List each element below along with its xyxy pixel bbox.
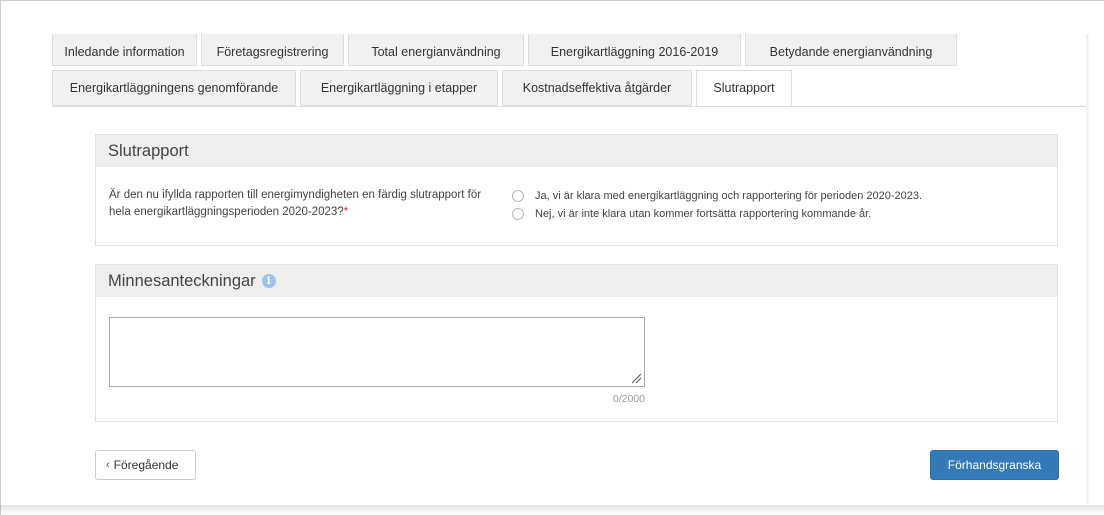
radio-nej[interactable] bbox=[512, 208, 524, 220]
info-icon[interactable]: i bbox=[261, 274, 276, 288]
tab-foretagsregistrering[interactable]: Företagsregistrering bbox=[201, 34, 344, 66]
tab-label: Slutrapport bbox=[713, 81, 775, 95]
tab-kostnadseffektiva-atgarder[interactable]: Kostnadseffektiva åtgärder bbox=[502, 70, 692, 106]
option-nej[interactable]: Nej, vi är inte klara utan kommer fortsä… bbox=[512, 205, 922, 223]
chevron-left-icon: ‹ bbox=[106, 459, 110, 471]
option-ja-label: Ja, vi är klara med energikartläggning o… bbox=[535, 190, 923, 202]
tab-betydande-energianvandning[interactable]: Betydande energianvändning bbox=[745, 34, 957, 66]
form-area: Inledande information Företagsregistreri… bbox=[52, 34, 1086, 504]
tab-energikartlaggning-i-etapper[interactable]: Energikartläggning i etapper bbox=[300, 70, 498, 106]
tab-total-energianvandning[interactable]: Total energianvändning bbox=[348, 34, 524, 66]
tab-label: Energikartläggning 2016-2019 bbox=[550, 45, 719, 59]
option-nej-label: Nej, vi är inte klara utan kommer fortsä… bbox=[535, 208, 872, 220]
resize-grip-icon[interactable] bbox=[630, 372, 642, 384]
panel-title: Minnesanteckningar bbox=[108, 271, 256, 290]
tab-label: Energikartläggningens genomförande bbox=[69, 81, 279, 95]
tab-energikartlaggning-2016-2019[interactable]: Energikartläggning 2016-2019 bbox=[528, 34, 741, 66]
notes-textarea[interactable] bbox=[109, 317, 645, 387]
tabs-divider bbox=[52, 106, 1086, 107]
option-ja[interactable]: Ja, vi är klara med energikartläggning o… bbox=[512, 187, 922, 205]
tab-label: Energikartläggning i etapper bbox=[320, 81, 478, 95]
tab-label: Total energianvändning bbox=[371, 45, 501, 59]
required-mark: * bbox=[343, 206, 349, 218]
tab-energikartlaggningens-genomforande[interactable]: Energikartläggningens genomförande bbox=[52, 70, 296, 106]
minnesanteckningar-panel: Minnesanteckningar i 0/2000 bbox=[95, 264, 1058, 422]
question-text: Är den nu ifyllda rapporten till energim… bbox=[109, 189, 482, 218]
tab-label: Företagsregistrering bbox=[216, 45, 329, 59]
slutrapport-heading: Slutrapport bbox=[96, 135, 1057, 167]
slutrapport-question: Är den nu ifyllda rapporten till energim… bbox=[109, 187, 489, 221]
minnesanteckningar-heading: Minnesanteckningar i bbox=[96, 265, 1057, 297]
tab-inledande-information[interactable]: Inledande information bbox=[52, 34, 197, 66]
preview-button-label: Förhandsgranska bbox=[947, 458, 1042, 472]
tab-row-1: Inledande information Företagsregistreri… bbox=[52, 34, 961, 66]
tab-label: Kostnadseffektiva åtgärder bbox=[522, 81, 672, 95]
preview-button[interactable]: Förhandsgranska bbox=[930, 450, 1059, 480]
panel-shadow bbox=[1086, 34, 1090, 504]
slutrapport-panel: Slutrapport Är den nu ifyllda rapporten … bbox=[95, 134, 1058, 246]
character-counter: 0/2000 bbox=[612, 393, 645, 405]
radio-ja[interactable] bbox=[512, 190, 524, 202]
tab-label: Inledande information bbox=[64, 45, 185, 59]
tab-slutrapport[interactable]: Slutrapport bbox=[696, 70, 792, 106]
window-shadow bbox=[0, 505, 1104, 515]
tab-row-2: Energikartläggningens genomförande Energ… bbox=[52, 70, 796, 106]
previous-button[interactable]: ‹ Föregående bbox=[95, 450, 196, 480]
panel-title: Slutrapport bbox=[108, 141, 189, 160]
tab-label: Betydande energianvändning bbox=[769, 45, 933, 59]
slutrapport-options: Ja, vi är klara med energikartläggning o… bbox=[512, 187, 922, 223]
previous-button-label: Föregående bbox=[113, 458, 179, 472]
